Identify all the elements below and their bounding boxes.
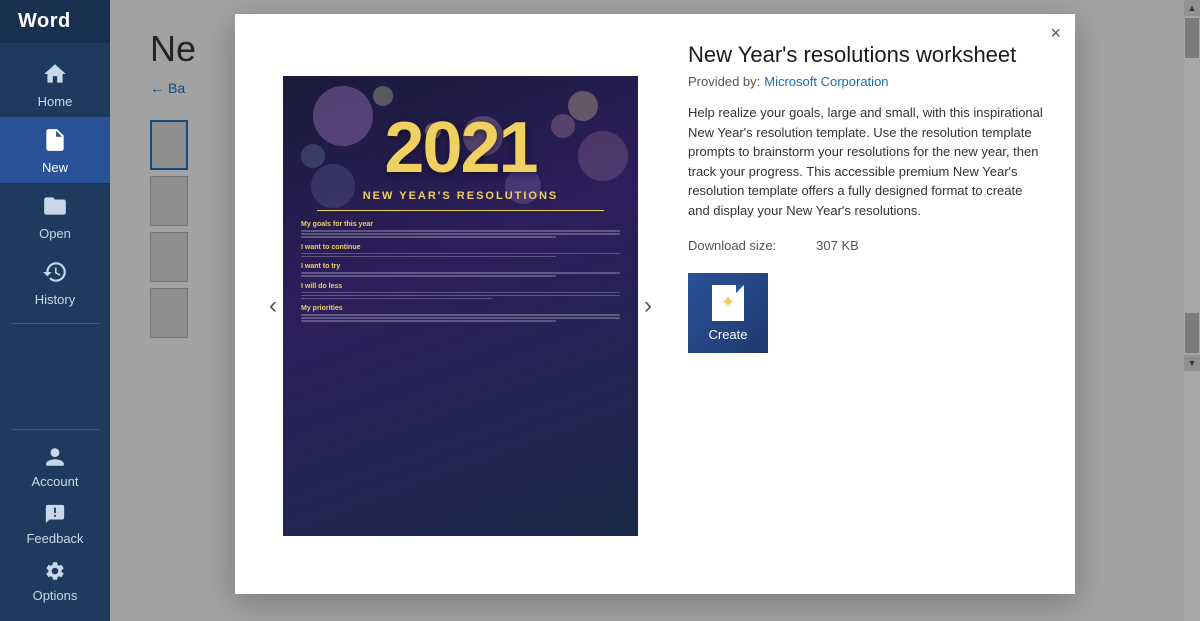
preview-section-2: I want to continue — [301, 244, 620, 258]
new-doc-icon — [42, 127, 68, 156]
template-title: New Year's resolutions worksheet — [688, 42, 1047, 68]
create-btn-doc-icon: ✦ — [712, 285, 744, 321]
modal-body: ‹ — [235, 14, 1075, 594]
template-modal: × ‹ — [235, 14, 1075, 594]
preview-subtitle: NEW YEAR'S RESOLUTIONS — [363, 190, 559, 202]
sidebar-bottom: Account Feedback Options — [0, 421, 110, 621]
home-icon — [42, 61, 68, 90]
sidebar-options-label: Options — [33, 588, 78, 603]
template-description: Help realize your goals, large and small… — [688, 103, 1047, 220]
preview-section-1: My goals for this year — [301, 221, 620, 238]
preview-year: 2021 — [384, 112, 536, 184]
preview-divider — [317, 210, 604, 211]
sidebar-feedback-label: Feedback — [26, 531, 83, 546]
section-5-lines — [301, 314, 620, 322]
create-btn-label: Create — [708, 327, 747, 342]
sidebar-item-options[interactable]: Options — [0, 552, 110, 609]
line — [301, 298, 492, 300]
sidebar-nav: Home New Open History — [0, 43, 110, 421]
line — [301, 317, 620, 319]
modal-overlay: × ‹ — [110, 0, 1200, 621]
sidebar-divider-1 — [11, 323, 99, 324]
folder-icon — [42, 193, 68, 222]
section-5-title: My priorities — [301, 305, 620, 312]
provider-info: Provided by: Microsoft Corporation — [688, 74, 1047, 89]
section-3-title: I want to try — [301, 263, 620, 270]
sidebar-divider-2 — [11, 429, 99, 430]
preview-section-5: My priorities — [301, 305, 620, 322]
sidebar-history-label: History — [35, 292, 75, 307]
download-size-value: 307 KB — [816, 238, 859, 253]
line — [301, 272, 620, 274]
sidebar-item-history[interactable]: History — [0, 249, 110, 315]
section-1-lines — [301, 230, 620, 238]
next-template-button[interactable]: › — [638, 294, 658, 318]
section-3-lines — [301, 272, 620, 277]
sidebar-item-new[interactable]: New — [0, 117, 110, 183]
section-1-title: My goals for this year — [301, 221, 620, 228]
main-area: Ne ← Ba ▲ ▼ × ‹ — [110, 0, 1200, 621]
prev-template-button[interactable]: ‹ — [263, 294, 283, 318]
sidebar-home-label: Home — [38, 94, 73, 109]
account-icon — [44, 446, 66, 471]
provided-by-label: Provided by: — [688, 74, 760, 89]
line — [301, 253, 620, 255]
section-4-title: I will do less — [301, 283, 620, 290]
sidebar-item-account[interactable]: Account — [0, 438, 110, 495]
section-2-title: I want to continue — [301, 244, 620, 251]
sidebar-open-label: Open — [39, 226, 71, 241]
create-doc-symbol: ✦ — [720, 292, 735, 313]
template-preview-image: 2021 NEW YEAR'S RESOLUTIONS My goals for… — [283, 76, 638, 536]
sidebar: Word Home New Open History — [0, 0, 110, 621]
modal-preview: ‹ — [263, 42, 658, 570]
history-icon — [42, 259, 68, 288]
preview-section-3: I want to try — [301, 263, 620, 277]
modal-info-panel: New Year's resolutions worksheet Provide… — [688, 42, 1047, 570]
options-icon — [44, 560, 66, 585]
preview-section-4: I will do less — [301, 283, 620, 300]
section-4-lines — [301, 292, 620, 300]
close-button[interactable]: × — [1050, 24, 1061, 42]
download-info: Download size: 307 KB — [688, 238, 1047, 253]
line — [301, 295, 620, 297]
sidebar-account-label: Account — [32, 474, 79, 489]
line — [301, 230, 620, 232]
create-button[interactable]: ✦ Create — [688, 273, 768, 353]
download-size-label: Download size: — [688, 238, 776, 253]
feedback-icon — [44, 503, 66, 528]
line — [301, 314, 620, 316]
line — [301, 320, 556, 322]
sidebar-item-open[interactable]: Open — [0, 183, 110, 249]
section-2-lines — [301, 253, 620, 258]
sidebar-item-home[interactable]: Home — [0, 51, 110, 117]
line — [301, 292, 620, 294]
app-title: Word — [0, 0, 110, 43]
line — [301, 275, 556, 277]
sidebar-new-label: New — [42, 160, 68, 175]
provider-link[interactable]: Microsoft Corporation — [764, 74, 888, 89]
sidebar-item-feedback[interactable]: Feedback — [0, 495, 110, 552]
line — [301, 256, 556, 258]
line — [301, 233, 620, 235]
line — [301, 236, 556, 238]
